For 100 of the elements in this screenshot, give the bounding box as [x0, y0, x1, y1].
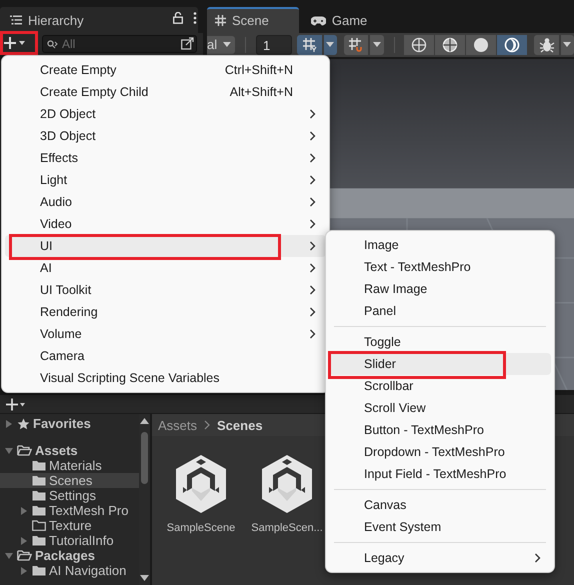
- menu-item[interactable]: UI: [5, 235, 326, 257]
- shortcut-text: Ctrl+Shift+N: [224, 63, 293, 77]
- chevron-icon: [309, 285, 316, 295]
- expanded-arrow-icon[interactable]: [4, 550, 14, 560]
- menu-item[interactable]: Panel: [329, 300, 551, 322]
- crescent-icon: [504, 36, 520, 53]
- chevron-icon: [309, 263, 316, 273]
- add-button[interactable]: [0, 31, 38, 55]
- expand-icon[interactable]: [181, 37, 194, 50]
- search-field[interactable]: All: [42, 35, 197, 53]
- chevron-icon: [309, 219, 316, 229]
- menu-item[interactable]: Scrollbar: [329, 375, 551, 397]
- plus-icon: [4, 36, 26, 50]
- bug-icon: [538, 36, 555, 53]
- tree-item[interactable]: Packages: [0, 548, 139, 563]
- collapsed-arrow-icon[interactable]: [19, 536, 29, 546]
- asset-name: SampleScen...: [251, 522, 323, 534]
- chevron-icon: [309, 329, 316, 339]
- menu-item[interactable]: Dropdown - TextMeshPro: [329, 441, 551, 463]
- breadcrumb-item[interactable]: Assets: [158, 418, 198, 432]
- plus-icon: [6, 398, 26, 410]
- menu-item[interactable]: Light: [5, 169, 326, 191]
- menu-item[interactable]: Create Empty Ctrl+Shift+N: [5, 59, 326, 81]
- scroll-up-icon[interactable]: [140, 418, 149, 424]
- tree-item[interactable]: TutorialInfo: [0, 533, 139, 548]
- tree-item[interactable]: Materials: [0, 458, 139, 473]
- breadcrumb-item[interactable]: Scenes: [217, 418, 263, 432]
- folder-icon: [32, 565, 46, 576]
- chevron-icon: [309, 175, 316, 185]
- more-icon[interactable]: [193, 12, 197, 24]
- dropdown-caret-icon[interactable]: [324, 34, 337, 55]
- shading-mode-button[interactable]: [435, 34, 466, 55]
- grid-icon: [215, 15, 226, 26]
- tree-item[interactable]: Texture: [0, 518, 139, 533]
- shading-mode-button[interactable]: [404, 34, 434, 55]
- draw-mode-dropdown[interactable]: al: [207, 36, 235, 54]
- menu-item[interactable]: Raw Image: [329, 278, 551, 300]
- collapsed-arrow-icon[interactable]: [19, 506, 29, 516]
- asset-name: SampleScene: [166, 522, 236, 534]
- menu-item[interactable]: Volume: [5, 323, 326, 345]
- menu-item[interactable]: Image: [329, 234, 551, 256]
- chevron-icon: [309, 109, 316, 119]
- gamepad-icon: [310, 16, 326, 26]
- dropdown-caret-icon[interactable]: [560, 34, 574, 55]
- grid-toggle-button[interactable]: [297, 34, 322, 55]
- scroll-down-icon[interactable]: [140, 575, 149, 581]
- menu-item[interactable]: Video: [5, 213, 326, 235]
- sphere-icon: [473, 36, 490, 53]
- expanded-arrow-icon[interactable]: [4, 446, 14, 456]
- collapsed-arrow-icon[interactable]: [19, 566, 29, 576]
- menu-item[interactable]: Scroll View: [329, 397, 551, 419]
- grid-icon: [302, 36, 318, 53]
- chevron-icon: [309, 307, 316, 317]
- snap-button[interactable]: [344, 34, 368, 55]
- gizmos-button[interactable]: [534, 34, 559, 55]
- view-tab[interactable]: Scene: [207, 6, 299, 33]
- dropdown-caret-icon[interactable]: [370, 34, 384, 55]
- menu-item[interactable]: Rendering: [5, 301, 326, 323]
- shading-mode-button[interactable]: [497, 34, 528, 55]
- folder-icon: [32, 460, 46, 471]
- tree-item[interactable]: AI Navigation: [0, 563, 139, 578]
- menu-item[interactable]: Effects: [5, 147, 326, 169]
- menu-item[interactable]: Legacy: [329, 547, 551, 569]
- shading-mode-button[interactable]: [466, 34, 496, 55]
- shortcut-text: Alt+Shift+N: [230, 85, 293, 99]
- menu-item[interactable]: Event System: [329, 516, 551, 538]
- cube-icon[interactable]: [174, 454, 228, 514]
- hierarchy-tab[interactable]: Hierarchy: [0, 7, 198, 33]
- empty-folder-icon: [32, 520, 46, 531]
- tab-title: Hierarchy: [28, 12, 84, 28]
- menu-item[interactable]: AI: [5, 257, 326, 279]
- view-tab[interactable]: Game: [302, 6, 380, 33]
- grid-magnet-icon: [348, 36, 364, 53]
- tree-item[interactable]: Assets: [0, 443, 139, 458]
- caret-icon: [223, 42, 231, 48]
- tree-item[interactable]: Scenes: [0, 473, 139, 488]
- menu-item[interactable]: Canvas: [329, 494, 551, 516]
- grid-size-field[interactable]: 1: [256, 34, 292, 55]
- chevron-icon: [309, 197, 316, 207]
- menu-item[interactable]: Button - TextMeshPro: [329, 419, 551, 441]
- menu-item[interactable]: Input Field - TextMeshPro: [329, 463, 551, 485]
- collapsed-arrow-icon[interactable]: [4, 418, 14, 428]
- tree-item[interactable]: Settings: [0, 488, 139, 503]
- chevron-icon: [309, 131, 316, 141]
- chevron-icon: [309, 241, 316, 251]
- tree-item[interactable]: TextMesh Pro: [0, 503, 139, 518]
- menu-item[interactable]: Toggle: [329, 331, 551, 353]
- menu-item[interactable]: Camera: [5, 345, 326, 367]
- menu-item[interactable]: 3D Object: [5, 125, 326, 147]
- menu-item[interactable]: UI Toolkit: [5, 279, 326, 301]
- scroll-thumb[interactable]: [141, 432, 148, 484]
- tree-item[interactable]: Favorites: [0, 416, 139, 431]
- menu-item[interactable]: Text - TextMeshPro: [329, 256, 551, 278]
- menu-item[interactable]: Audio: [5, 191, 326, 213]
- menu-item[interactable]: Create Empty Child Alt+Shift+N: [5, 81, 326, 103]
- lock-icon[interactable]: [173, 12, 183, 24]
- folder-icon: [32, 535, 46, 546]
- cube-icon[interactable]: [260, 454, 314, 514]
- menu-item[interactable]: Visual Scripting Scene Variables: [5, 367, 326, 389]
- menu-item[interactable]: 2D Object: [5, 103, 326, 125]
